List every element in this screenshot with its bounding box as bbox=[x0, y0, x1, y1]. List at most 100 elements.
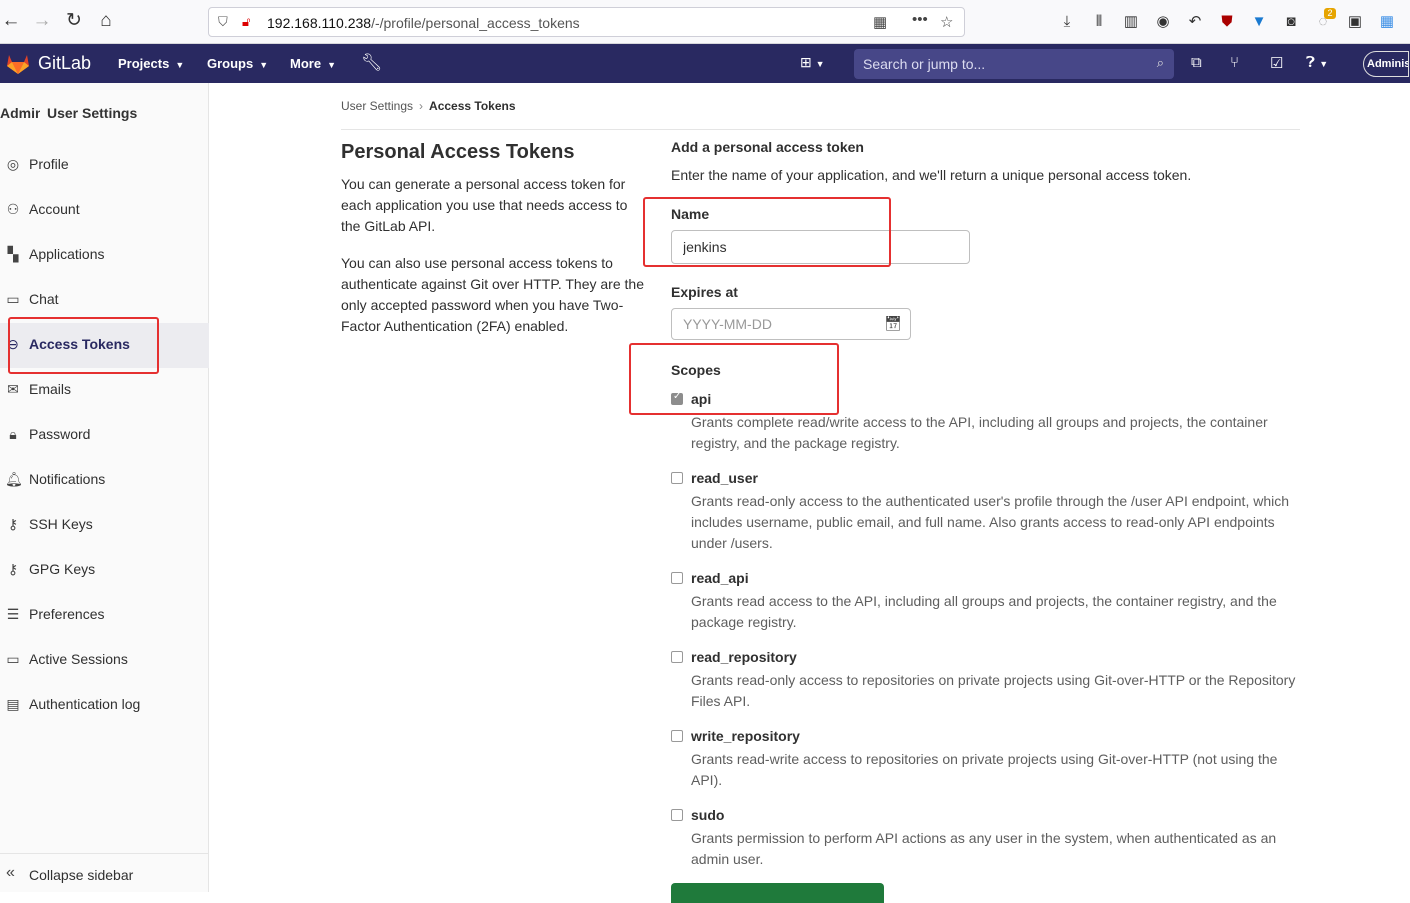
scope-description: Grants read access to the API, including… bbox=[691, 593, 1277, 630]
sidebar-item-label: Password bbox=[29, 426, 91, 442]
scope-name[interactable]: sudo bbox=[691, 807, 724, 823]
breadcrumb: User Settings › Access Tokens bbox=[341, 99, 516, 113]
key-icon: ⚷ bbox=[7, 516, 19, 532]
sidebar-item-label: GPG Keys bbox=[29, 561, 96, 577]
log-icon: ▤ bbox=[6, 696, 20, 712]
intro-paragraph-2: You can also use personal access tokens … bbox=[341, 255, 644, 334]
sidebar-toggle-icon[interactable]: ▥ bbox=[1121, 12, 1141, 32]
highlight-box-access-tokens bbox=[8, 317, 159, 374]
mail-icon: ✉ bbox=[7, 381, 19, 397]
scope-sudo-checkbox[interactable] bbox=[671, 809, 683, 821]
expires-field[interactable]: 📅︎ bbox=[671, 308, 911, 340]
merge-requests-icon[interactable]: ⑂ bbox=[1230, 54, 1239, 71]
chevron-down-icon: ▼ bbox=[259, 60, 269, 70]
gitlab-brand[interactable]: GitLab bbox=[38, 53, 91, 74]
scope-read-api-checkbox[interactable] bbox=[671, 572, 683, 584]
collapse-sidebar-button[interactable]: « Collapse sidebar bbox=[0, 853, 209, 891]
more-menu-label: More bbox=[290, 56, 322, 71]
more-actions-icon[interactable]: ••• bbox=[912, 11, 928, 28]
scope-name[interactable]: write_repository bbox=[691, 728, 800, 744]
highlight-box-scopes bbox=[629, 343, 839, 415]
scope-name[interactable]: read_api bbox=[691, 570, 749, 586]
create-token-button[interactable] bbox=[671, 883, 884, 903]
ublock-icon[interactable]: ⛊ bbox=[1217, 12, 1237, 32]
scope-write-repository-checkbox[interactable] bbox=[671, 730, 683, 742]
url-text[interactable]: 192.168.110.238/-/profile/personal_acces… bbox=[267, 15, 580, 31]
extension-badge: 2 bbox=[1324, 8, 1336, 19]
breadcrumb-current[interactable]: Access Tokens bbox=[429, 99, 516, 113]
sidebar-item-label: Chat bbox=[29, 291, 59, 307]
sidebar-item-ssh-keys[interactable]: ⚷ SSH Keys bbox=[0, 503, 209, 548]
reload-icon[interactable]: ↻ bbox=[63, 10, 85, 32]
scope-name[interactable]: read_repository bbox=[691, 649, 797, 665]
sidebar-item-authentication-log[interactable]: ▤ Authentication log bbox=[0, 683, 209, 728]
sidebar-item-profile[interactable]: ◎ Profile bbox=[0, 143, 209, 188]
sidebar-item-label: Active Sessions bbox=[29, 651, 128, 667]
extension-translate-icon[interactable]: ▦ bbox=[1377, 12, 1397, 32]
admin-wrench-icon[interactable]: 🔧︎ bbox=[361, 53, 383, 73]
scope-description: Grants complete read/write access to the… bbox=[691, 414, 1268, 451]
expires-label: Expires at bbox=[671, 284, 738, 300]
token-form: Add a personal access token Enter the na… bbox=[671, 139, 1301, 867]
breadcrumb-parent-link[interactable]: User Settings bbox=[341, 99, 413, 113]
projects-menu[interactable]: Projects ▼ bbox=[118, 56, 184, 71]
sidebar-item-label: Authentication log bbox=[29, 696, 141, 712]
sidebar-item-label: Profile bbox=[29, 156, 69, 172]
chevron-down-icon: ▼ bbox=[175, 60, 185, 70]
sidebar-title: User Settings bbox=[47, 105, 138, 121]
new-dropdown-icon[interactable]: ⊞ ▼ bbox=[800, 54, 825, 71]
insecure-lock-icon[interactable]: 🔓︎ bbox=[242, 14, 250, 30]
sidebar-item-account[interactable]: ⚇ Account bbox=[0, 188, 209, 233]
sidebar-item-emails[interactable]: ✉ Emails bbox=[0, 368, 209, 413]
global-search[interactable]: ⌕ bbox=[854, 49, 1174, 79]
home-icon[interactable]: ⌂ bbox=[95, 10, 117, 32]
sidebar-item-applications[interactable]: ▚ Applications bbox=[0, 233, 209, 278]
sidebar-item-label: Emails bbox=[29, 381, 72, 397]
groups-menu[interactable]: Groups ▼ bbox=[207, 56, 268, 71]
sidebar-item-label: Preferences bbox=[29, 606, 105, 622]
chevron-right-icon: › bbox=[419, 99, 424, 113]
expires-date-input[interactable] bbox=[672, 309, 872, 339]
library-icon[interactable]: ⫴ bbox=[1089, 12, 1109, 32]
scope-description: Grants read-only access to repositories … bbox=[691, 672, 1296, 709]
scope-name[interactable]: read_user bbox=[691, 470, 758, 486]
extension-mask-icon[interactable]: ◙ bbox=[1281, 12, 1301, 32]
user-avatar[interactable]: Administrator bbox=[1363, 51, 1409, 77]
collapse-sidebar-label: Collapse sidebar bbox=[29, 867, 134, 883]
sidebar-item-password[interactable]: 🔒︎ Password bbox=[0, 413, 209, 458]
sidebar-item-label: Notifications bbox=[29, 471, 106, 487]
sidebar-item-gpg-keys[interactable]: ⚷ GPG Keys bbox=[0, 548, 209, 593]
sidebar-header[interactable]: Administrator User Settings bbox=[0, 105, 209, 127]
key-icon: ⚷ bbox=[7, 561, 19, 577]
search-input[interactable] bbox=[854, 49, 1144, 79]
calendar-icon[interactable]: 📅︎ bbox=[884, 315, 902, 332]
double-chevron-left-icon: « bbox=[6, 864, 15, 881]
extension-box-icon[interactable]: ▣ bbox=[1345, 12, 1365, 32]
todos-icon[interactable]: ☑ bbox=[1270, 54, 1283, 72]
sidebar-item-preferences[interactable]: ☰ Preferences bbox=[0, 593, 209, 638]
sidebar-item-active-sessions[interactable]: ▭ Active Sessions bbox=[0, 638, 209, 683]
applications-icon: ▚ bbox=[7, 246, 19, 262]
shield-icon[interactable]: ⛉ bbox=[218, 14, 228, 30]
account-circle-icon[interactable]: ◉ bbox=[1153, 12, 1173, 32]
intro-column: Personal Access Tokens You can generate … bbox=[341, 141, 644, 353]
forward-icon[interactable]: → bbox=[31, 10, 53, 32]
sidebar-item-notifications[interactable]: 🔔︎ Notifications bbox=[0, 458, 209, 503]
scope-read-user-checkbox[interactable] bbox=[671, 472, 683, 484]
preferences-icon: ☰ bbox=[6, 606, 20, 622]
undo-icon[interactable]: ↶ bbox=[1185, 12, 1205, 32]
scope-read-repository-checkbox[interactable] bbox=[671, 651, 683, 663]
more-menu[interactable]: More ▼ bbox=[290, 56, 336, 71]
monitor-icon: ▭ bbox=[6, 651, 20, 667]
url-bar[interactable]: ⛉ 🔓︎ 192.168.110.238/-/profile/personal_… bbox=[208, 7, 965, 37]
issues-icon[interactable]: ⧉ bbox=[1191, 54, 1202, 71]
download-icon[interactable]: ⤓ bbox=[1057, 12, 1077, 32]
gitlab-logo-icon[interactable] bbox=[6, 53, 30, 75]
extension-v-icon[interactable]: ▼ bbox=[1249, 12, 1269, 32]
url-path: /-/profile/personal_access_tokens bbox=[371, 15, 580, 31]
qr-code-icon[interactable]: ▦ bbox=[873, 13, 887, 31]
intro-paragraph-1: You can generate a personal access token… bbox=[341, 176, 628, 234]
help-icon[interactable]: ❓︎ ▼ bbox=[1306, 54, 1328, 71]
back-icon[interactable]: ← bbox=[0, 10, 22, 32]
bookmark-star-icon[interactable]: ☆ bbox=[940, 13, 953, 31]
